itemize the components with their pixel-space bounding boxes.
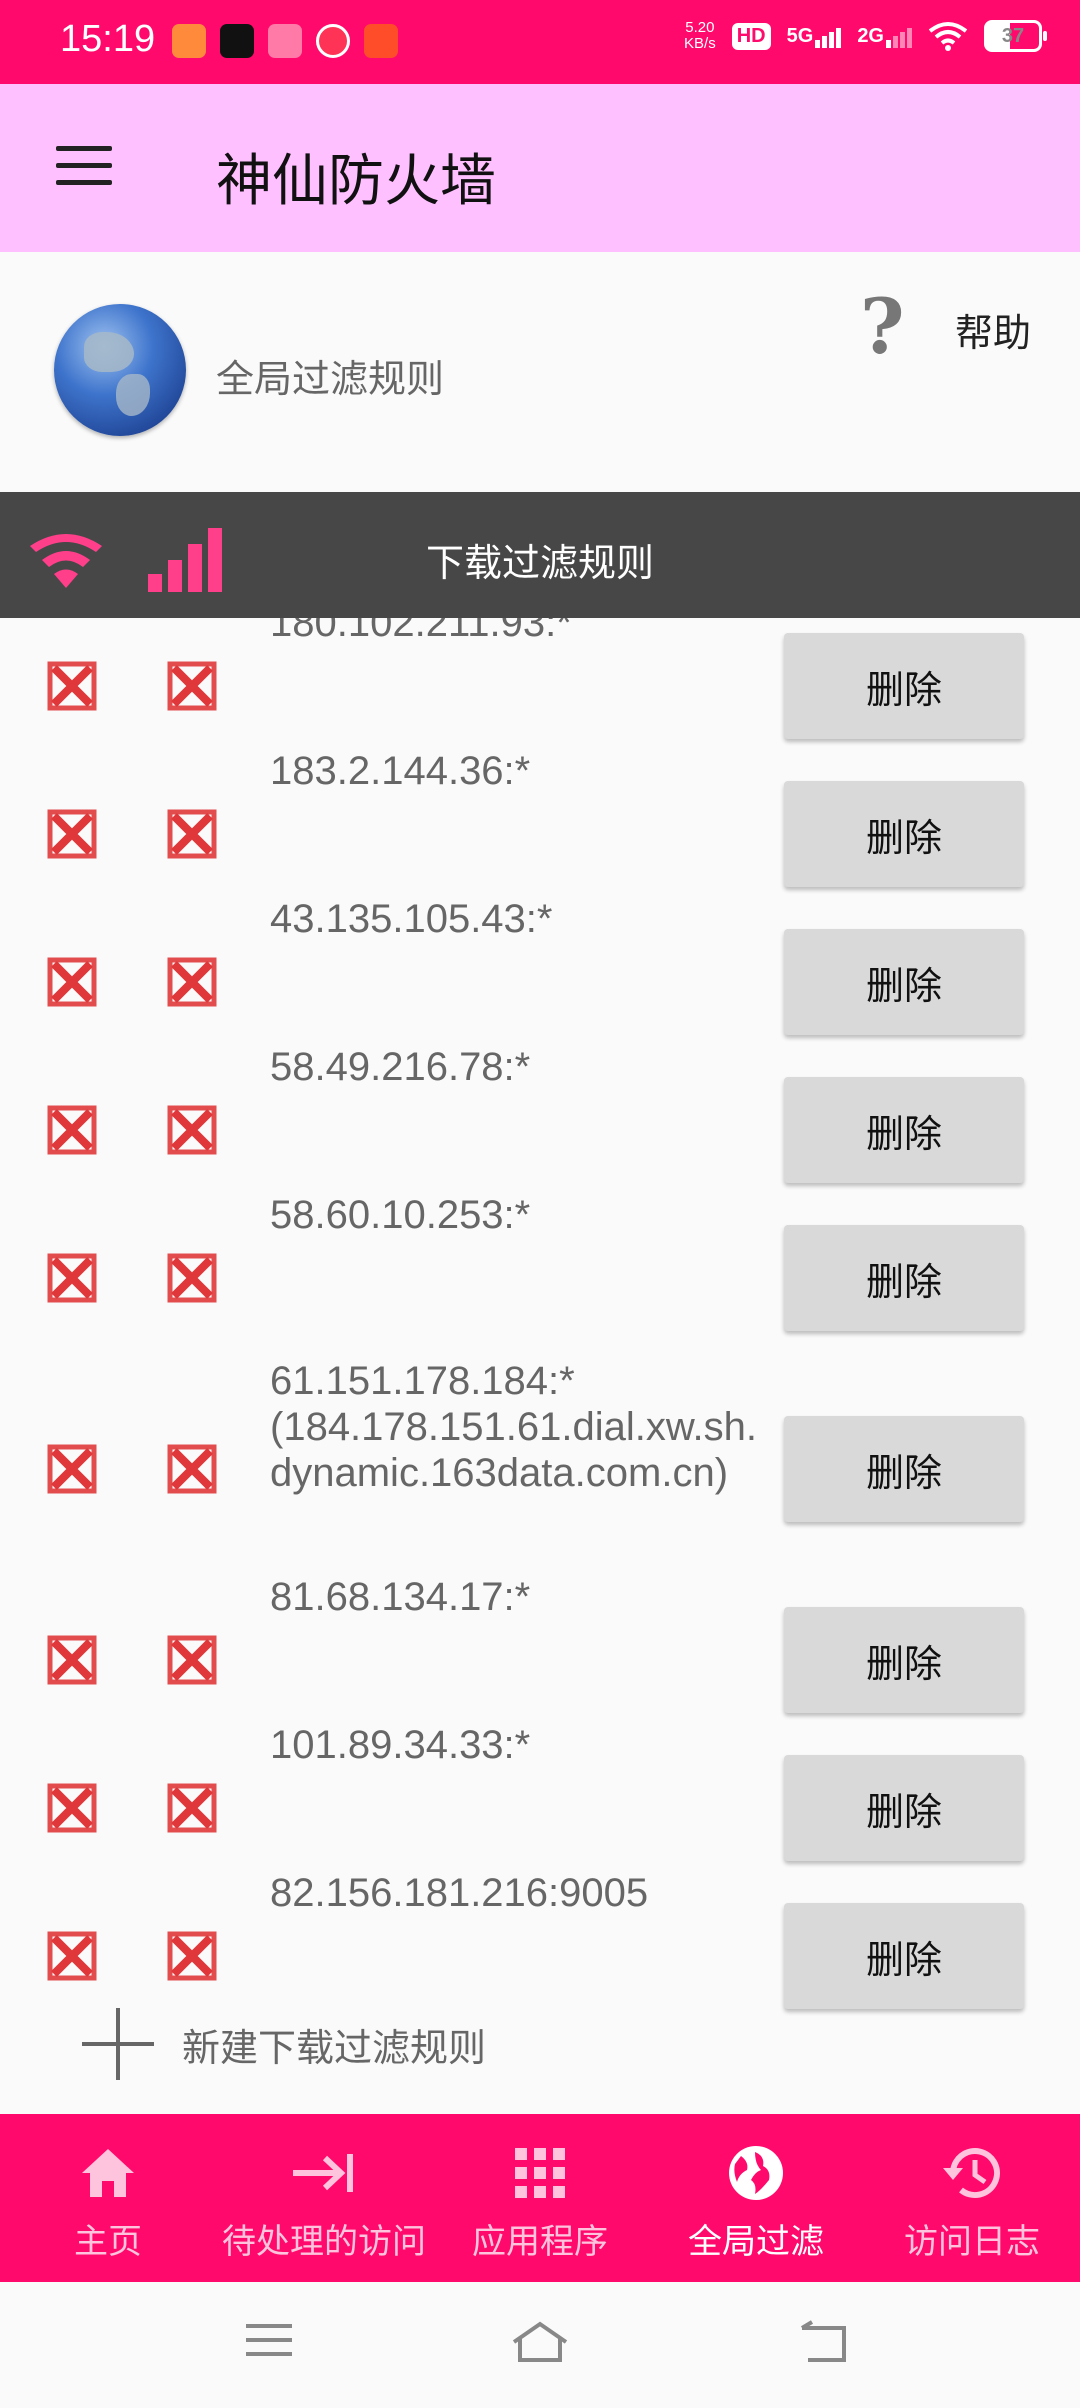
wifi-blocked-checkbox[interactable] [46, 660, 98, 712]
globe-icon [54, 304, 186, 436]
network-speed: 5.20 KB/s [684, 19, 716, 52]
page-title: 全局过滤规则 [216, 357, 445, 401]
nav-label: 全局过滤 [688, 2222, 824, 2262]
nav-access-log[interactable]: 访问日志 [864, 2114, 1080, 2282]
menu-icon[interactable] [244, 2320, 294, 2360]
signal-2g-icon: 2G [857, 25, 912, 48]
wifi-blocked-checkbox[interactable] [46, 1930, 98, 1982]
rule-row: 81.68.134.17:* 删除 [0, 1572, 1080, 1720]
status-time: 15:19 [60, 18, 156, 60]
rule-row: 58.49.216.78:* 删除 [0, 1042, 1080, 1190]
app-notification-icon [268, 24, 302, 58]
question-mark-icon[interactable]: ? [860, 282, 905, 371]
nav-global-filter[interactable]: 全局过滤 [648, 2114, 864, 2282]
wifi-status-icon [928, 22, 968, 51]
signal-5g-icon: 5G [787, 25, 842, 48]
rule-row: 183.2.144.36:* 删除 [0, 746, 1080, 894]
battery-icon: 37 [984, 20, 1047, 52]
nav-label: 访问日志 [904, 2222, 1040, 2262]
grid-apps-icon [515, 2148, 565, 2198]
home-icon[interactable] [510, 2320, 570, 2364]
arrow-to-bar-icon [293, 2154, 353, 2192]
tiktok-icon [220, 24, 254, 58]
rule-row: 61.151.178.184:* (184.178.151.61.dial.xw… [0, 1338, 1080, 1572]
nav-label: 待处理的访问 [222, 2222, 426, 2262]
nav-apps[interactable]: 应用程序 [432, 2114, 648, 2282]
app-notification-icon [316, 24, 350, 58]
wifi-blocked-checkbox[interactable] [46, 1634, 98, 1686]
rule-address: 180.102.211.93:* [270, 618, 572, 645]
hamburger-menu-icon[interactable] [56, 146, 112, 190]
section-title: 下载过滤规则 [425, 541, 654, 585]
delete-button[interactable]: 删除 [784, 1903, 1024, 2009]
rule-address: 61.151.178.184:* (184.178.151.61.dial.xw… [270, 1359, 758, 1495]
cellular-blocked-checkbox[interactable] [166, 1782, 218, 1834]
globe-icon [729, 2146, 783, 2200]
delete-button[interactable]: 删除 [784, 1607, 1024, 1713]
rule-row: 82.156.181.216:9005 删除 [0, 1868, 1080, 2016]
rule-address: 81.68.134.17:* [270, 1575, 531, 1619]
app-notification-icon [172, 24, 206, 58]
nav-pending-access[interactable]: 待处理的访问 [216, 2114, 432, 2282]
wifi-blocked-checkbox[interactable] [46, 1443, 98, 1495]
nav-label: 主页 [74, 2222, 142, 2262]
notification-icons [172, 24, 398, 58]
rule-row: 180.102.211.93:* 删除 [0, 618, 1080, 746]
help-button[interactable]: 帮助 [955, 302, 1031, 357]
cellular-blocked-checkbox[interactable] [166, 808, 218, 860]
new-rule-label: 新建下载过滤规则 [182, 2025, 487, 2070]
home-icon [82, 2149, 134, 2197]
delete-button[interactable]: 删除 [784, 1225, 1024, 1331]
app-title: 神仙防火墙 [216, 149, 496, 214]
wifi-blocked-checkbox[interactable] [46, 1782, 98, 1834]
rule-address: 101.89.34.33:* [270, 1723, 531, 1767]
cellular-blocked-checkbox[interactable] [166, 1634, 218, 1686]
rule-address: 183.2.144.36:* [270, 749, 531, 793]
history-icon [943, 2148, 1000, 2199]
rule-address: 82.156.181.216:9005 [270, 1871, 649, 1915]
cellular-blocked-checkbox[interactable] [166, 1443, 218, 1495]
rule-list[interactable]: 180.102.211.93:* 删除 183.2.144.36:* 删除 43.135… [0, 618, 1080, 2112]
rule-address: 43.135.105.43:* [270, 897, 553, 941]
rule-address: 58.60.10.253:* [270, 1193, 531, 1237]
plus-icon [82, 2008, 154, 2080]
hd-badge: HD [731, 22, 771, 50]
system-navigation-bar [0, 2282, 1080, 2408]
status-bar: 15:19 5.20 KB/s HD 5G 2G 37 [0, 0, 1080, 84]
delete-button[interactable]: 删除 [784, 1416, 1024, 1522]
bottom-navigation: 主页 待处理的访问 应用程序 全局过滤 访问日志 [0, 2114, 1080, 2282]
rule-row: 58.60.10.253:* 删除 [0, 1190, 1080, 1338]
wifi-blocked-checkbox[interactable] [46, 1252, 98, 1304]
cellular-blocked-checkbox[interactable] [166, 1104, 218, 1156]
back-icon[interactable] [798, 2320, 850, 2364]
delete-button[interactable]: 删除 [784, 781, 1024, 887]
rule-row: 43.135.105.43:* 删除 [0, 894, 1080, 1042]
rule-row: 101.89.34.33:* 删除 [0, 1720, 1080, 1868]
delete-button[interactable]: 删除 [784, 929, 1024, 1035]
nav-home[interactable]: 主页 [0, 2114, 216, 2282]
wifi-blocked-checkbox[interactable] [46, 1104, 98, 1156]
cellular-blocked-checkbox[interactable] [166, 1930, 218, 1982]
app-notification-icon [364, 24, 398, 58]
app-bar: 神仙防火墙 [0, 84, 1080, 252]
wifi-blocked-checkbox[interactable] [46, 956, 98, 1008]
cellular-blocked-checkbox[interactable] [166, 660, 218, 712]
delete-button[interactable]: 删除 [784, 1077, 1024, 1183]
nav-label: 应用程序 [472, 2222, 608, 2262]
delete-button[interactable]: 删除 [784, 1755, 1024, 1861]
wifi-blocked-checkbox[interactable] [46, 808, 98, 860]
download-filter-bar: 下载过滤规则 [0, 492, 1080, 618]
cellular-blocked-checkbox[interactable] [166, 956, 218, 1008]
status-indicators: 5.20 KB/s HD 5G 2G 37 [684, 19, 1047, 52]
rule-address: 58.49.216.78:* [270, 1045, 531, 1089]
new-rule-button[interactable]: 新建下载过滤规则 [82, 2004, 486, 2084]
cellular-blocked-checkbox[interactable] [166, 1252, 218, 1304]
delete-button[interactable]: 删除 [784, 633, 1024, 739]
global-filter-header: 全局过滤规则 ? 帮助 [0, 252, 1080, 492]
